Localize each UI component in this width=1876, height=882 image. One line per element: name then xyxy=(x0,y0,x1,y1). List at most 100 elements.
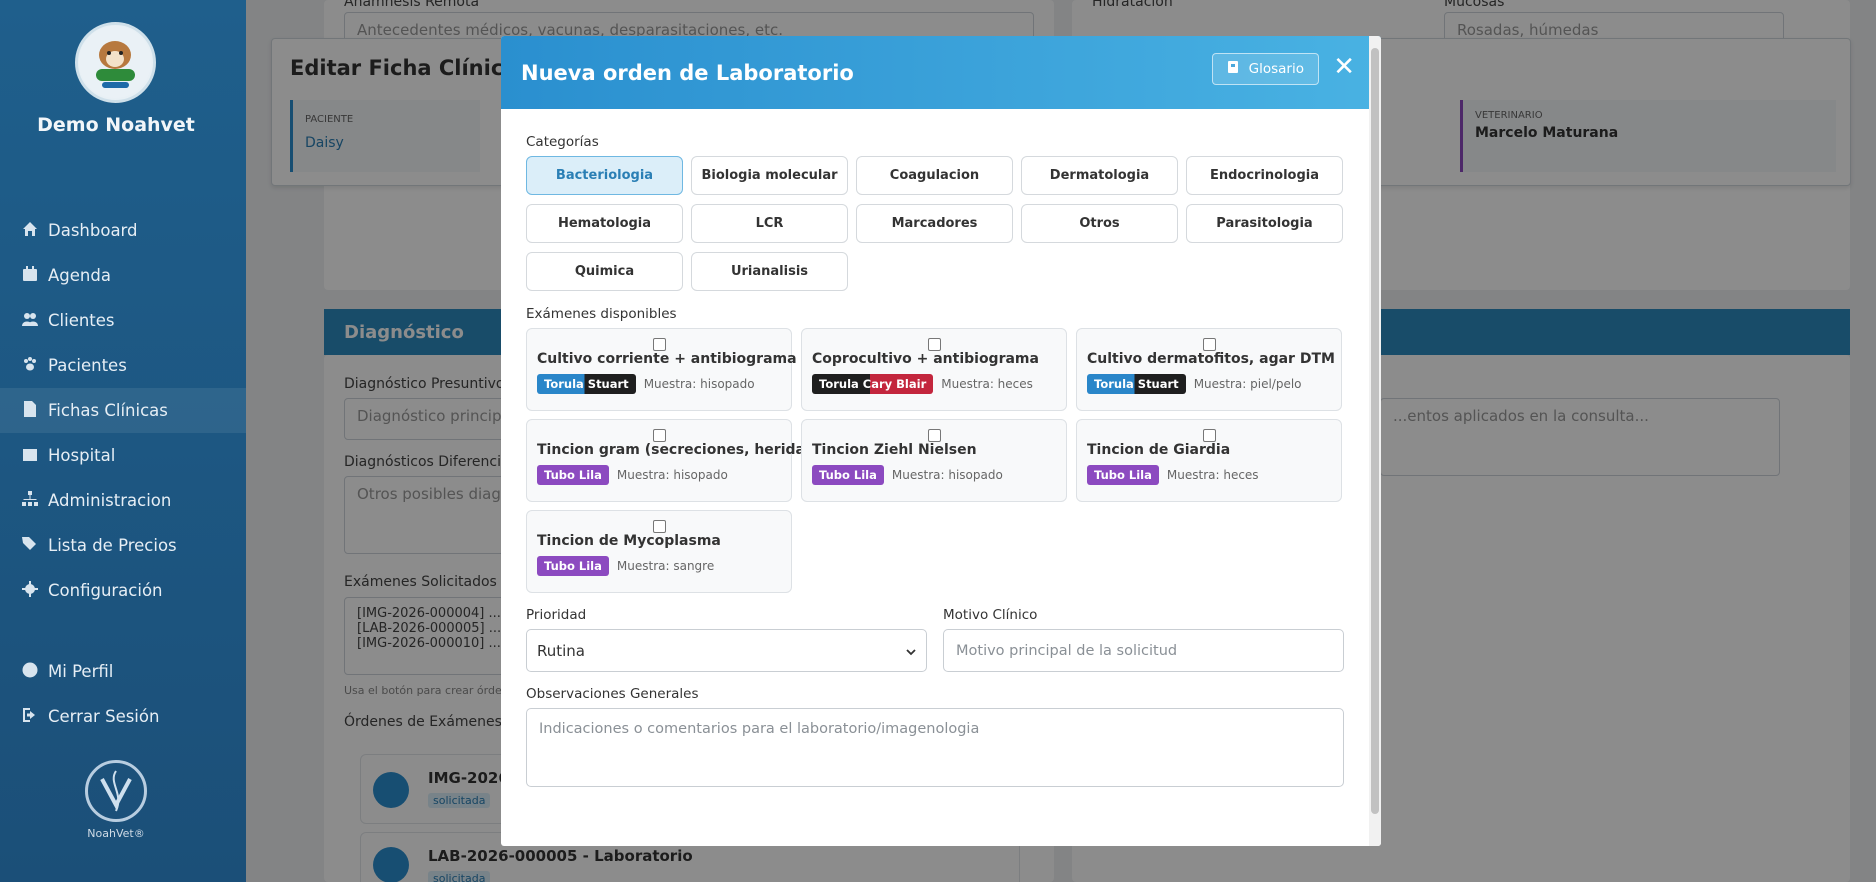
sidebar-item-label: Clientes xyxy=(48,311,115,330)
exam-meta: Tubo Lila Muestra: sangre xyxy=(537,556,781,576)
exam-name: Tincion de Giardia xyxy=(1087,442,1231,458)
home-icon xyxy=(22,221,38,241)
sample-type: Muestra: sangre xyxy=(616,559,715,573)
tube-badge: Torula Cary Blair xyxy=(812,374,934,394)
exam-meta: Torula Stuart Muestra: hisopado xyxy=(537,374,781,394)
logout-icon xyxy=(22,707,38,727)
categories-label: Categorías xyxy=(526,134,599,150)
exam-name: Coprocultivo + antibiograma xyxy=(812,351,1039,367)
exam-meta: Tubo Lila Muestra: hisopado xyxy=(537,465,781,485)
exam-meta: Tubo Lila Muestra: heces xyxy=(1087,465,1331,485)
sidebar-item-label: Agenda xyxy=(48,266,111,285)
sidebar-item-agenda[interactable]: Agenda xyxy=(0,253,246,298)
user-circle-icon xyxy=(22,662,38,682)
exam-card[interactable]: Tincion Ziehl Nielsen Tubo Lila Muestra: h… xyxy=(801,419,1067,502)
exam-card[interactable]: Tincion de Giardia Tubo Lila Muestra: hece… xyxy=(1076,419,1342,502)
obs-label: Observaciones Generales xyxy=(526,686,699,702)
paw-icon xyxy=(22,356,38,376)
sample-type: Muestra: piel/pelo xyxy=(1193,377,1302,391)
category-button[interactable]: Endocrinologia xyxy=(1186,156,1343,195)
sidebar-item-label: Lista de Precios xyxy=(48,536,177,555)
sitemap-icon xyxy=(22,490,38,511)
sidebar-item-label: Dashboard xyxy=(48,221,138,240)
exam-card[interactable]: Tincion de Mycoplasma Tubo Lila Muestra: s… xyxy=(526,510,792,593)
exam-checkbox[interactable] xyxy=(653,520,666,533)
footer-brand-text: NoahVet® xyxy=(87,827,145,840)
motivo-group: Motivo Clínico Motivo principal de la so… xyxy=(943,607,1344,672)
category-button[interactable]: Marcadores xyxy=(856,204,1013,243)
scrollbar-thumb[interactable] xyxy=(1371,48,1379,814)
calendar-icon xyxy=(22,265,38,286)
priority-select[interactable]: Rutina xyxy=(526,629,927,672)
sidebar-item-administracion[interactable]: Administracion xyxy=(0,478,246,523)
category-button[interactable]: Quimica xyxy=(526,252,683,291)
priority-label: Prioridad xyxy=(526,607,587,623)
sidebar-item-lista-de-precios[interactable]: Lista de Precios xyxy=(0,523,246,568)
sidebar-item-label: Hospital xyxy=(48,446,116,465)
tube-badge: Torula Stuart xyxy=(537,374,636,394)
sidebar-item-label: Cerrar Sesión xyxy=(48,707,160,726)
exams-label: Exámenes disponibles xyxy=(526,306,677,322)
category-button[interactable]: Hematologia xyxy=(526,204,683,243)
category-button[interactable]: Coagulacion xyxy=(856,156,1013,195)
obs-group: Observaciones Generales Indicaciones o c… xyxy=(526,686,1344,787)
book-icon xyxy=(1227,60,1239,78)
category-button[interactable]: LCR xyxy=(691,204,848,243)
sample-type: Muestra: hisopado xyxy=(616,468,728,482)
sample-type: Muestra: heces xyxy=(941,377,1033,391)
tube-badge: Tubo Lila xyxy=(812,465,884,485)
sidebar-item-cerrar-sesi-n[interactable]: Cerrar Sesión xyxy=(0,694,246,739)
category-button[interactable]: Parasitologia xyxy=(1186,204,1343,243)
exam-checkbox[interactable] xyxy=(1203,429,1216,442)
motivo-input[interactable]: Motivo principal de la solicitud xyxy=(943,629,1344,672)
motivo-label: Motivo Clínico xyxy=(943,607,1038,623)
sidebar-item-clientes[interactable]: Clientes xyxy=(0,298,246,343)
modal-scrollbar[interactable] xyxy=(1369,36,1381,846)
exam-card[interactable]: Cultivo dermatofitos, agar DTM Torula Stu… xyxy=(1076,328,1342,411)
glossary-button[interactable]: Glosario xyxy=(1211,53,1319,85)
exam-checkbox[interactable] xyxy=(928,429,941,442)
sidebar-item-configuraci-n[interactable]: Configuración xyxy=(0,568,246,613)
sample-type: Muestra: heces xyxy=(1166,468,1259,482)
chevron-down-icon xyxy=(906,642,916,660)
tube-badge: Tubo Lila xyxy=(1087,465,1159,485)
sidebar: Demo Noahvet Dashboard Agenda Clientes Paci… xyxy=(0,0,246,882)
users-icon xyxy=(22,311,38,331)
sidebar-nav-secondary: Mi Perfil Cerrar Sesión xyxy=(0,649,246,739)
tube-badge: Tubo Lila xyxy=(537,556,609,576)
sample-type: Muestra: hisopado xyxy=(891,468,1003,482)
exam-name: Cultivo dermatofitos, agar DTM xyxy=(1087,351,1335,367)
sidebar-item-hospital[interactable]: Hospital xyxy=(0,433,246,478)
exam-meta: Torula Stuart Muestra: piel/pelo xyxy=(1087,374,1331,394)
sidebar-item-label: Pacientes xyxy=(48,356,127,375)
exam-card[interactable]: Cultivo corriente + antibiograma Torula S… xyxy=(526,328,797,411)
exam-checkbox[interactable] xyxy=(928,338,941,351)
sidebar-item-pacientes[interactable]: Pacientes xyxy=(0,343,246,388)
exam-meta: Torula Cary Blair Muestra: heces xyxy=(812,374,1056,394)
sidebar-item-label: Configuración xyxy=(48,581,163,600)
modal-title: Nueva orden de Laboratorio xyxy=(521,60,854,85)
exam-checkbox[interactable] xyxy=(1203,338,1216,351)
category-button[interactable]: Dermatologia xyxy=(1021,156,1178,195)
tube-badge: Torula Stuart xyxy=(1087,374,1186,394)
exam-name: Tincion gram (secreciones, heridas) xyxy=(537,442,820,458)
sidebar-item-dashboard[interactable]: Dashboard xyxy=(0,208,246,253)
exam-card[interactable]: Coprocultivo + antibiograma Torula Cary B… xyxy=(801,328,1067,411)
sidebar-item-mi-perfil[interactable]: Mi Perfil xyxy=(0,649,246,694)
close-icon[interactable]: ✕ xyxy=(1333,54,1355,80)
sidebar-item-label: Fichas Clínicas xyxy=(48,401,168,420)
lab-order-modal: Nueva orden de Laboratorio Glosario ✕ Ca… xyxy=(501,36,1381,846)
exam-card[interactable]: Tincion gram (secreciones, heridas) Tubo … xyxy=(526,419,820,502)
category-button[interactable]: Bacteriologia xyxy=(526,156,683,195)
sidebar-nav: Dashboard Agenda Clientes Pacientes Fichas C… xyxy=(0,208,246,613)
modal-header: Nueva orden de Laboratorio Glosario ✕ xyxy=(501,36,1381,109)
brand-name: Demo Noahvet xyxy=(37,114,195,136)
category-button[interactable]: Otros xyxy=(1021,204,1178,243)
exam-checkbox[interactable] xyxy=(653,338,666,351)
sidebar-item-fichas-cl-nicas[interactable]: Fichas Clínicas xyxy=(0,388,246,433)
exam-checkbox[interactable] xyxy=(653,429,666,442)
category-button[interactable]: Urianalisis xyxy=(691,252,848,291)
brand-logo xyxy=(75,22,156,103)
category-button[interactable]: Biologia molecular xyxy=(691,156,848,195)
obs-textarea[interactable]: Indicaciones o comentarios para el labor… xyxy=(526,708,1344,787)
